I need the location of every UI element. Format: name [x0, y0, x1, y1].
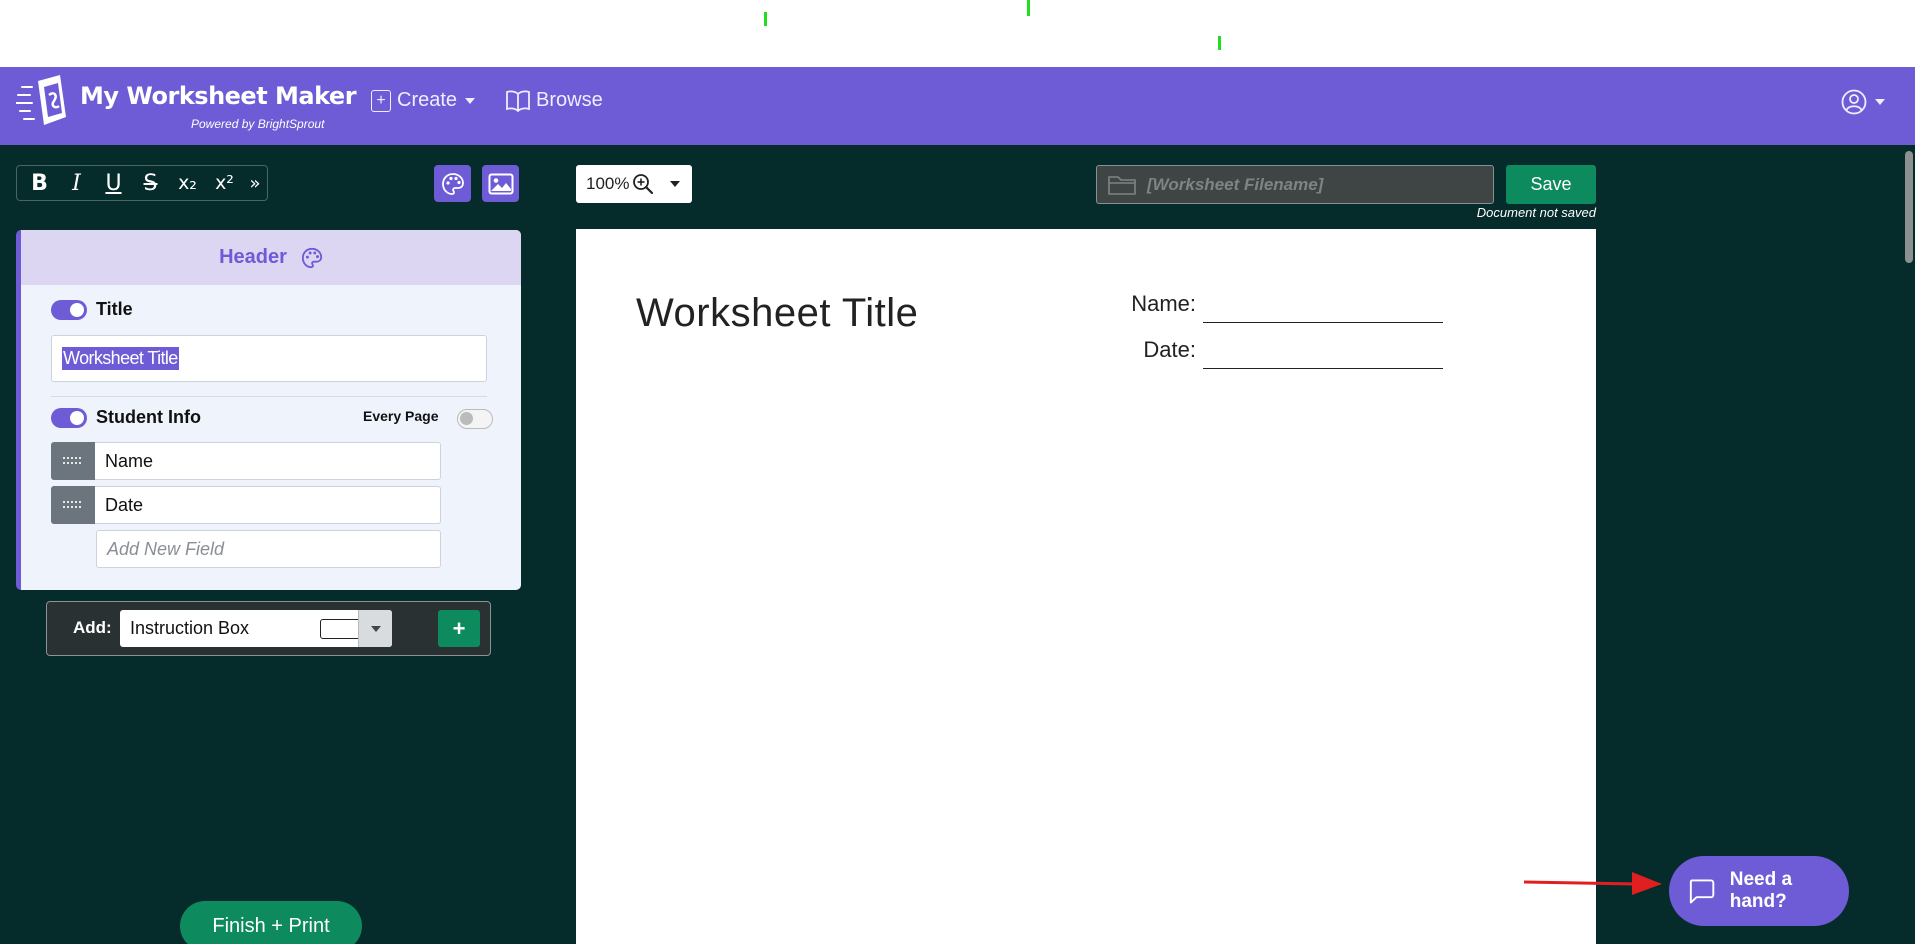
date-line [1203, 368, 1443, 369]
nav-create-label: Create [397, 89, 458, 111]
add-label: Add: [73, 618, 112, 637]
add-element-button[interactable]: + [438, 610, 480, 647]
insert-image-button[interactable] [482, 165, 519, 202]
green-mark [1027, 0, 1030, 16]
drag-handle-icon[interactable] [51, 442, 95, 480]
student-info-label: Student Info [96, 407, 201, 427]
top-strip [0, 0, 1915, 67]
underline-button[interactable]: U [95, 166, 132, 200]
element-type-value: Instruction Box [130, 618, 250, 638]
student-field-row: Name [51, 442, 441, 480]
chevron-down-icon[interactable] [670, 181, 680, 187]
app-subtitle: Powered by BrightSprout [191, 117, 325, 131]
format-toolbar: B I U S x₂ x² » [16, 165, 268, 201]
red-arrow-annotation [1524, 872, 1662, 895]
header-panel: Header Title Worksheet Title Student Inf… [16, 230, 521, 590]
add-element-bar: Add: Instruction Box + [46, 601, 491, 656]
strikethrough-button[interactable]: S [132, 166, 169, 200]
finish-print-button[interactable]: Finish + Print [180, 901, 362, 944]
every-page-label: Every Page [363, 408, 439, 424]
help-label: Need a hand? [1729, 869, 1793, 912]
filename-input[interactable]: [Worksheet Filename] [1096, 165, 1494, 204]
more-formatting-button[interactable]: » [243, 166, 267, 200]
element-type-select[interactable]: Instruction Box [120, 610, 392, 647]
student-field-input[interactable]: Name [95, 442, 441, 480]
name-line [1203, 322, 1443, 323]
editor-area: B I U S x₂ x² » Header Title Worksheet T… [0, 145, 1915, 944]
name-label: Name: [1131, 291, 1196, 316]
title-input[interactable]: Worksheet Title [51, 335, 487, 382]
chevron-down-icon [370, 625, 381, 632]
student-info-toggle[interactable] [51, 408, 87, 428]
subscript-button[interactable]: x₂ [169, 166, 206, 200]
date-field: Date: [1106, 337, 1443, 369]
add-new-field-input[interactable]: Add New Field [96, 530, 441, 568]
page-scrollbar[interactable] [1904, 149, 1915, 944]
zoom-control[interactable]: 100% [576, 165, 692, 203]
student-field-row: Date [51, 486, 441, 524]
image-icon [488, 173, 513, 194]
superscript-button[interactable]: x² [206, 166, 243, 200]
nav-browse[interactable]: Browse [506, 89, 603, 112]
filename-placeholder: [Worksheet Filename] [1147, 174, 1324, 194]
worksheet-page[interactable]: Worksheet Title Name: Date: [576, 229, 1596, 944]
every-page-toggle[interactable] [457, 409, 493, 429]
header-panel-title: Header [21, 230, 521, 285]
dropdown-toggle[interactable] [358, 610, 392, 647]
divider [51, 396, 487, 397]
plus-square-icon: + [371, 89, 391, 112]
date-label: Date: [1143, 337, 1196, 362]
worksheet-title[interactable]: Worksheet Title [636, 291, 918, 336]
chevron-down-icon [1875, 99, 1885, 105]
name-field: Name: [1106, 291, 1443, 323]
zoom-level: 100% [586, 174, 630, 193]
user-circle-icon [1841, 89, 1867, 115]
app-title[interactable]: My Worksheet Maker [80, 82, 357, 110]
chevron-down-icon [465, 97, 476, 104]
palette-icon[interactable] [301, 247, 323, 269]
top-navbar: My Worksheet Maker Powered by BrightSpro… [0, 67, 1915, 145]
help-chat-button[interactable]: Need a hand? [1669, 856, 1849, 926]
green-mark [1218, 36, 1221, 50]
save-status: Document not saved [1476, 205, 1596, 220]
green-mark [764, 12, 767, 26]
user-menu[interactable] [1841, 89, 1885, 115]
italic-button[interactable]: I [58, 166, 95, 200]
book-icon [506, 90, 530, 112]
palette-icon [441, 172, 464, 195]
nav-create[interactable]: + Create [371, 89, 476, 112]
student-field-input[interactable]: Date [95, 486, 441, 524]
title-toggle-label: Title [96, 299, 133, 319]
zoom-in-icon [633, 174, 654, 195]
chat-icon [1689, 879, 1715, 904]
logo-icon[interactable] [16, 73, 76, 133]
title-input-value: Worksheet Title [62, 347, 179, 370]
save-button[interactable]: Save [1506, 165, 1596, 204]
scrollbar-thumb[interactable] [1905, 151, 1913, 263]
nav-browse-label: Browse [536, 89, 603, 111]
title-toggle[interactable] [51, 300, 87, 320]
theme-button[interactable] [434, 165, 471, 202]
header-panel-heading: Header [219, 246, 287, 268]
folder-icon [1108, 176, 1136, 195]
bold-button[interactable]: B [21, 166, 58, 200]
drag-handle-icon[interactable] [51, 486, 95, 524]
